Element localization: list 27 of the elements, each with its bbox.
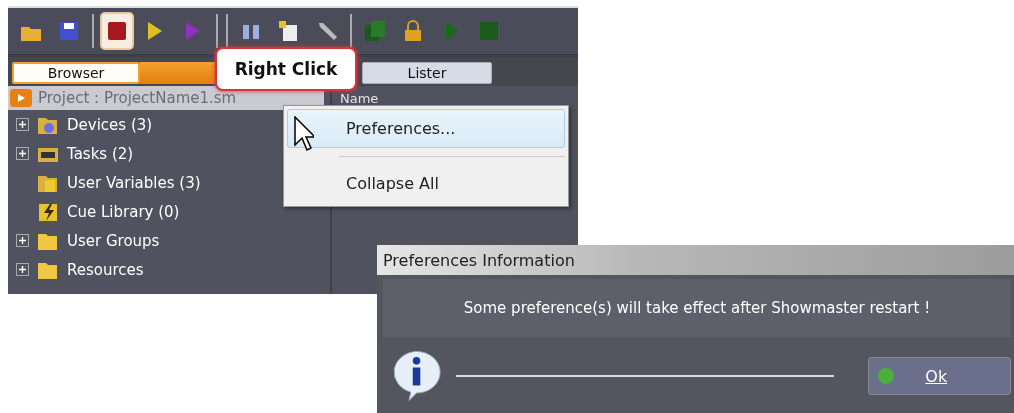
tab[interactable]: Browser — [12, 62, 140, 84]
expand-icon[interactable] — [16, 147, 29, 160]
expand-icon[interactable] — [16, 118, 29, 131]
menu-item[interactable]: Preferences... — [287, 109, 565, 148]
cursor-icon — [294, 116, 314, 152]
tree-item[interactable]: User Groups — [67, 231, 160, 250]
info-icon — [391, 348, 443, 404]
menu-item[interactable]: Collapse All — [287, 164, 565, 203]
save-icon[interactable] — [57, 19, 81, 43]
column-header: Name — [340, 90, 379, 106]
toolbar-button[interactable] — [100, 12, 134, 50]
stop-icon[interactable] — [105, 19, 129, 43]
tree-item[interactable]: User Variables (3) — [67, 173, 201, 192]
tree-item[interactable]: Devices (3) — [67, 115, 153, 134]
tree-item[interactable]: Tasks (2) — [67, 144, 134, 163]
dialog-title: Preferences Information — [377, 245, 1014, 275]
dialog-message: Some preference(s) will take effect after Showmaster restart ! — [463, 299, 931, 317]
led-icon — [877, 367, 896, 385]
callout-tooltip: Right Click — [215, 47, 357, 91]
expand-icon[interactable] — [16, 263, 29, 276]
tree-item[interactable]: Cue Library (0) — [67, 202, 180, 221]
tab[interactable]: Lister — [362, 62, 492, 84]
project-name: Project : ProjectName1.sm — [38, 89, 237, 107]
play-icon — [10, 89, 32, 107]
expand-icon[interactable] — [16, 234, 29, 247]
ok-button[interactable]: Ok — [868, 357, 1011, 395]
tree-item[interactable]: Resources — [67, 260, 144, 279]
